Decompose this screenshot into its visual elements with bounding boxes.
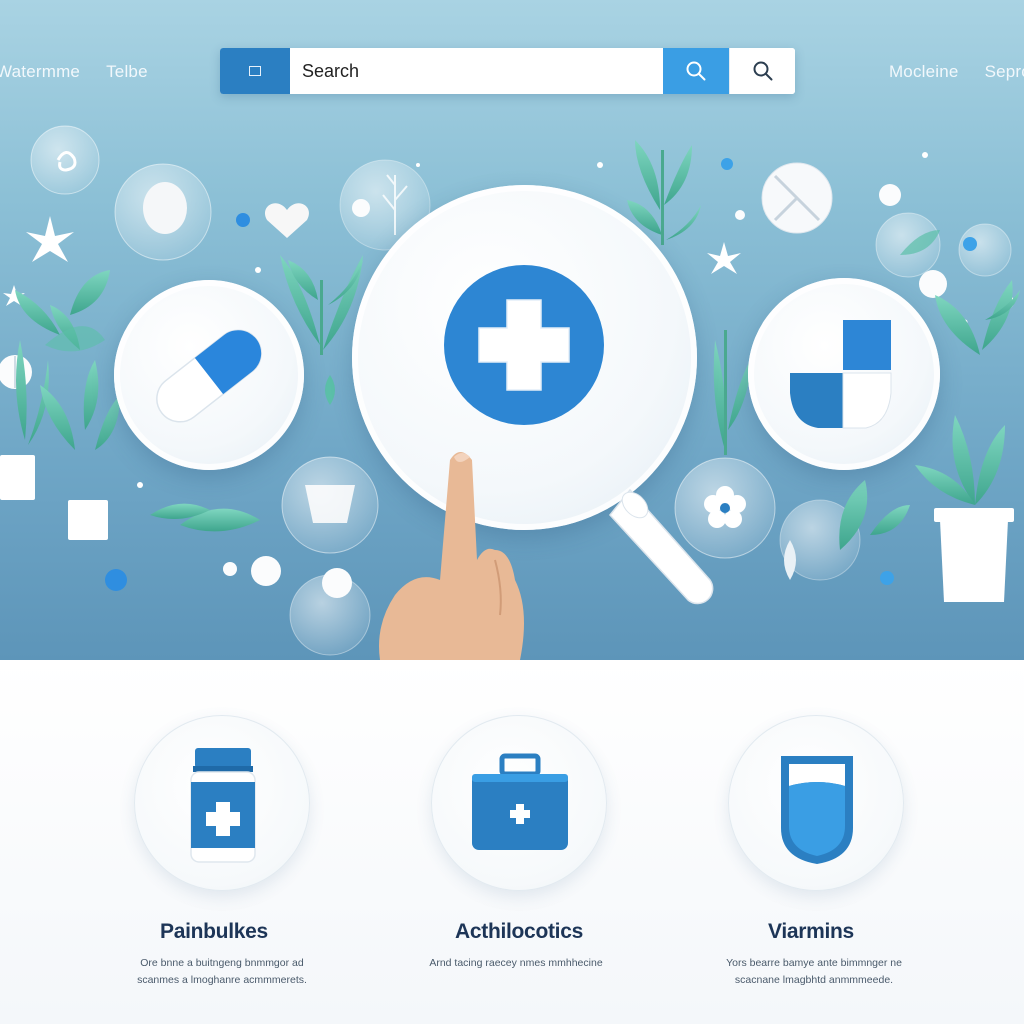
category-card-painkillers[interactable] — [132, 715, 312, 891]
heart-icon — [265, 203, 309, 238]
category-title-1[interactable]: Painbulkes — [160, 920, 268, 944]
category-title-2[interactable]: Acthilocotics — [455, 920, 583, 944]
search-button[interactable] — [663, 48, 729, 94]
nav-link-2[interactable]: Telbe — [106, 62, 148, 82]
category-description-2: Arnd tacing raecey nmes mmhhecine — [386, 955, 646, 972]
nav-link-1[interactable]: Watermme — [0, 62, 80, 82]
gauze-icon — [143, 182, 187, 234]
magnifier-handle — [609, 488, 714, 605]
potted-plant-icon — [40, 360, 120, 540]
search-icon — [753, 61, 772, 81]
category-description-3: Yors bearre bamye ante bimmnger ne scacn… — [684, 955, 944, 989]
nav-left-group: Watermme Telbe — [0, 62, 148, 82]
search-menu-button[interactable] — [220, 48, 290, 94]
category-title-3[interactable]: Viarmins — [768, 920, 854, 944]
description-line: scanmes a lmoghanre acmmmerets. — [137, 974, 307, 986]
nav-link-4[interactable]: Seprc — [985, 62, 1024, 82]
plant-icon — [839, 480, 910, 550]
description-line: Arnd tacing raecey nmes mmhhecine — [429, 957, 603, 969]
nav-link-3[interactable]: Mocleine — [889, 62, 959, 82]
sparkle-icon — [707, 242, 741, 274]
capsule-circle — [114, 280, 304, 470]
search-secondary-button[interactable] — [729, 48, 795, 94]
plant-icon — [935, 280, 1020, 355]
hero-banner: Watermme Telbe Mocleine Seprc — [0, 0, 1024, 660]
shield-icon — [781, 756, 853, 864]
shield-circle — [748, 278, 940, 470]
search-icon — [686, 61, 706, 81]
plant-icon — [150, 503, 260, 532]
category-icon-circle — [431, 715, 607, 891]
description-line: Yors bearre bamye ante bimmnger ne — [726, 957, 902, 969]
description-line: Ore bnne a buitngeng bnmmgor ad — [140, 957, 304, 969]
category-icon-circle — [134, 715, 310, 891]
category-card-vitamins[interactable] — [726, 715, 906, 891]
category-card-antibiotics[interactable] — [429, 715, 609, 891]
pointing-hand — [379, 452, 524, 660]
category-description-1: Ore bnne a buitngeng bnmmgor ad scanmes … — [92, 955, 352, 989]
shield-icon — [790, 320, 892, 429]
nav-right-group: Mocleine Seprc — [889, 62, 1024, 82]
search-input[interactable] — [290, 48, 663, 94]
search-bar — [220, 48, 795, 94]
description-line: scacnane lmagbhtd anmmmeede. — [734, 974, 894, 986]
medicine-bottle-icon — [190, 748, 256, 863]
category-icon-circle — [728, 715, 904, 891]
square-icon — [249, 66, 261, 76]
sparkle-icon — [26, 216, 74, 262]
capsule-icon — [156, 329, 262, 423]
first-aid-kit-icon — [472, 753, 568, 850]
